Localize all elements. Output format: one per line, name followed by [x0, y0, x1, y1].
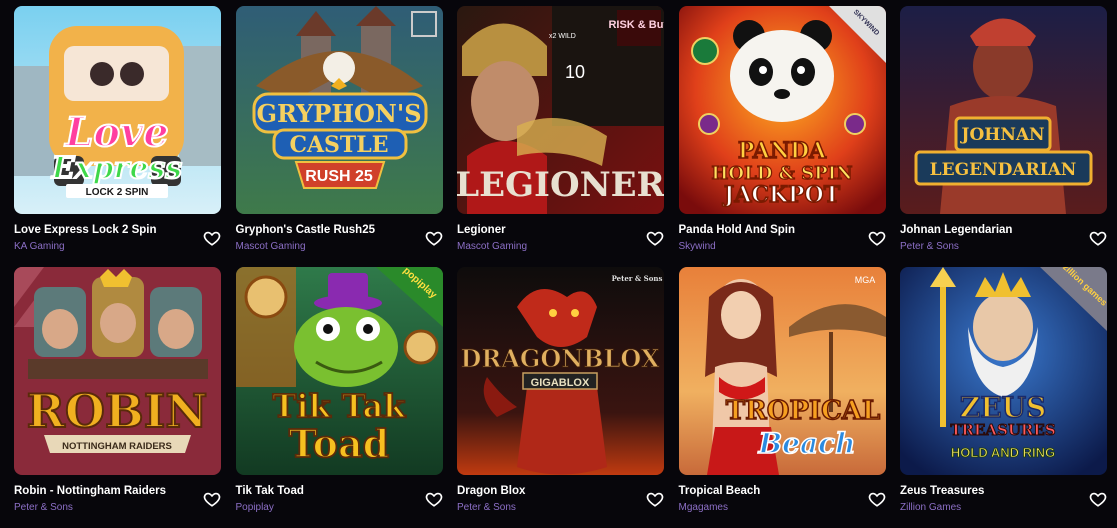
game-thumbnail[interactable]: DRAGONBLOX GIGABLOX Peter & Sons: [457, 267, 664, 475]
game-provider[interactable]: Popiplay: [236, 502, 274, 513]
game-card: Love Express LOCK 2 SPIN Love Express Lo…: [14, 6, 221, 267]
game-provider[interactable]: Peter & Sons: [14, 502, 73, 513]
game-logo-line1: ZEUS: [960, 391, 1046, 424]
game-logo-line1: PANDA: [737, 138, 826, 164]
game-meta: Dragon Blox Peter & Sons: [457, 475, 664, 528]
game-meta: Legioner Mascot Gaming: [457, 214, 664, 267]
game-thumbnail[interactable]: JOHNAN LEGENDARIAN: [900, 6, 1107, 214]
favorite-heart-icon[interactable]: [868, 229, 886, 247]
game-artwork: GRYPHON'S CASTLE RUSH 25: [235, 6, 443, 214]
game-logo-line1: JOHNAN: [959, 125, 1044, 145]
game-logo-line2: Toad: [288, 421, 388, 466]
game-logo-sub: LOCK 2 SPIN: [86, 187, 149, 198]
game-logo-line1: Tik Tak: [272, 387, 406, 425]
game-logo-line2: HOLD & SPIN: [711, 163, 852, 184]
game-art-side-label: x2 WILD: [549, 33, 576, 40]
game-title[interactable]: Panda Hold And Spin: [679, 224, 796, 236]
favorite-heart-icon[interactable]: [203, 490, 221, 508]
game-provider[interactable]: Peter & Sons: [457, 502, 516, 513]
favorite-heart-icon[interactable]: [425, 229, 443, 247]
game-artwork: JOHNAN LEGENDARIAN: [900, 6, 1107, 214]
game-meta: Gryphon's Castle Rush25 Mascot Gaming: [236, 214, 443, 267]
game-title[interactable]: Tropical Beach: [679, 485, 761, 497]
game-meta: Zeus Treasures Zillion Games: [900, 475, 1107, 528]
game-meta: Tropical Beach Mgagames: [679, 475, 886, 528]
favorite-heart-icon[interactable]: [203, 229, 221, 247]
game-thumbnail[interactable]: GRYPHON'S CASTLE RUSH 25: [235, 6, 443, 214]
provider-corner-badge: Peter & Sons: [612, 274, 663, 283]
game-title[interactable]: Robin - Nottingham Raiders: [14, 485, 166, 497]
game-card: GRYPHON'S CASTLE RUSH 25 Gryphon's Castl…: [235, 6, 443, 267]
game-meta: Johnan Legendarian Peter & Sons: [900, 214, 1107, 267]
game-thumbnail[interactable]: TROPICAL Beach MGA: [678, 267, 886, 475]
game-thumbnail[interactable]: Tik Tak Toad popiplay: [235, 267, 443, 475]
game-meta: Love Express Lock 2 Spin KA Gaming: [14, 214, 221, 267]
game-title[interactable]: Zeus Treasures: [900, 485, 984, 497]
game-card: ZEUS TREASURES HOLD AND RING zillion gam…: [900, 267, 1107, 528]
game-art-number: 10: [565, 62, 585, 82]
favorite-heart-icon[interactable]: [425, 490, 443, 508]
game-card: Tik Tak Toad popiplay Tik Tak Toad Popip…: [235, 267, 443, 528]
game-card: DRAGONBLOX GIGABLOX Peter & Sons Dragon …: [457, 267, 664, 528]
game-logo-sub: GIGABLOX: [531, 377, 590, 389]
game-provider[interactable]: Mascot Gaming: [457, 241, 527, 252]
game-logo-sub: HOLD AND RING: [951, 445, 1055, 460]
favorite-heart-icon[interactable]: [868, 490, 886, 508]
game-title[interactable]: Johnan Legendarian: [900, 224, 1012, 236]
game-artwork: LEGIONER 10 x2 WILD RISK & Buy: [457, 6, 664, 214]
game-title[interactable]: Gryphon's Castle Rush25: [236, 224, 376, 236]
game-artwork: Love Express LOCK 2 SPIN: [14, 6, 221, 214]
game-artwork: PANDA HOLD & SPIN JACKPOT SKYWIND: [678, 6, 886, 214]
game-artwork: ZEUS TREASURES HOLD AND RING zillion gam…: [900, 267, 1107, 475]
game-risk-badge: RISK & Buy: [608, 19, 664, 31]
game-thumbnail[interactable]: Love Express LOCK 2 SPIN: [14, 6, 221, 214]
favorite-heart-icon[interactable]: [646, 229, 664, 247]
game-logo-line1: DRAGONBLOX: [461, 344, 660, 373]
game-artwork: ROBIN NOTTINGHAM RAIDERS: [14, 267, 221, 475]
favorite-heart-icon[interactable]: [646, 490, 664, 508]
game-meta: Robin - Nottingham Raiders Peter & Sons: [14, 475, 221, 528]
game-logo-line3: JACKPOT: [721, 182, 840, 208]
game-provider[interactable]: Peter & Sons: [900, 241, 959, 252]
game-logo-sub: NOTTINGHAM RAIDERS: [62, 441, 172, 452]
game-title[interactable]: Tik Tak Toad: [236, 485, 304, 497]
game-thumbnail[interactable]: ZEUS TREASURES HOLD AND RING zillion gam…: [900, 267, 1107, 475]
game-logo-line1: LEGIONER: [457, 165, 664, 205]
game-logo-line2: Express: [51, 151, 183, 186]
game-logo-line1: TROPICAL: [725, 396, 879, 426]
game-provider[interactable]: Zillion Games: [900, 502, 961, 513]
game-provider[interactable]: Mascot Gaming: [236, 241, 306, 252]
favorite-heart-icon[interactable]: [1089, 490, 1107, 508]
game-thumbnail[interactable]: LEGIONER 10 x2 WILD RISK & Buy: [457, 6, 664, 214]
game-card: PANDA HOLD & SPIN JACKPOT SKYWIND Panda …: [678, 6, 886, 267]
provider-corner-badge: MGA: [854, 275, 875, 285]
game-thumbnail[interactable]: PANDA HOLD & SPIN JACKPOT SKYWIND: [678, 6, 886, 214]
game-logo-sub: RUSH 25: [305, 168, 373, 185]
game-artwork: TROPICAL Beach MGA: [678, 267, 886, 475]
game-logo-line1: ROBIN: [27, 384, 208, 438]
game-logo-line1: Love: [64, 109, 169, 156]
game-card: ROBIN NOTTINGHAM RAIDERS Robin - Notting…: [14, 267, 221, 528]
game-logo-line2: LEGENDARIAN: [930, 160, 1077, 180]
game-provider[interactable]: Mgagames: [679, 502, 728, 513]
game-logo-line2: CASTLE: [289, 132, 388, 158]
game-logo-line1: GRYPHON'S: [256, 99, 421, 128]
game-meta: Tik Tak Toad Popiplay: [236, 475, 443, 528]
game-logo-line2: TREASURES: [950, 421, 1055, 439]
game-provider[interactable]: Skywind: [679, 241, 716, 252]
games-grid: Love Express LOCK 2 SPIN Love Express Lo…: [14, 6, 1107, 528]
game-artwork: Tik Tak Toad popiplay: [235, 267, 443, 475]
game-meta: Panda Hold And Spin Skywind: [679, 214, 886, 267]
game-card: LEGIONER 10 x2 WILD RISK & Buy Legioner …: [457, 6, 664, 267]
game-provider[interactable]: KA Gaming: [14, 241, 65, 252]
game-card: TROPICAL Beach MGA Tropical Beach Mgagam…: [678, 267, 886, 528]
game-logo-line2: Beach: [757, 427, 855, 460]
favorite-heart-icon[interactable]: [1089, 229, 1107, 247]
game-title[interactable]: Dragon Blox: [457, 485, 525, 497]
game-thumbnail[interactable]: ROBIN NOTTINGHAM RAIDERS: [14, 267, 221, 475]
game-title[interactable]: Love Express Lock 2 Spin: [14, 224, 157, 236]
game-artwork: DRAGONBLOX GIGABLOX Peter & Sons: [457, 267, 664, 475]
game-title[interactable]: Legioner: [457, 224, 506, 236]
game-card: JOHNAN LEGENDARIAN Johnan Legendarian Pe…: [900, 6, 1107, 267]
